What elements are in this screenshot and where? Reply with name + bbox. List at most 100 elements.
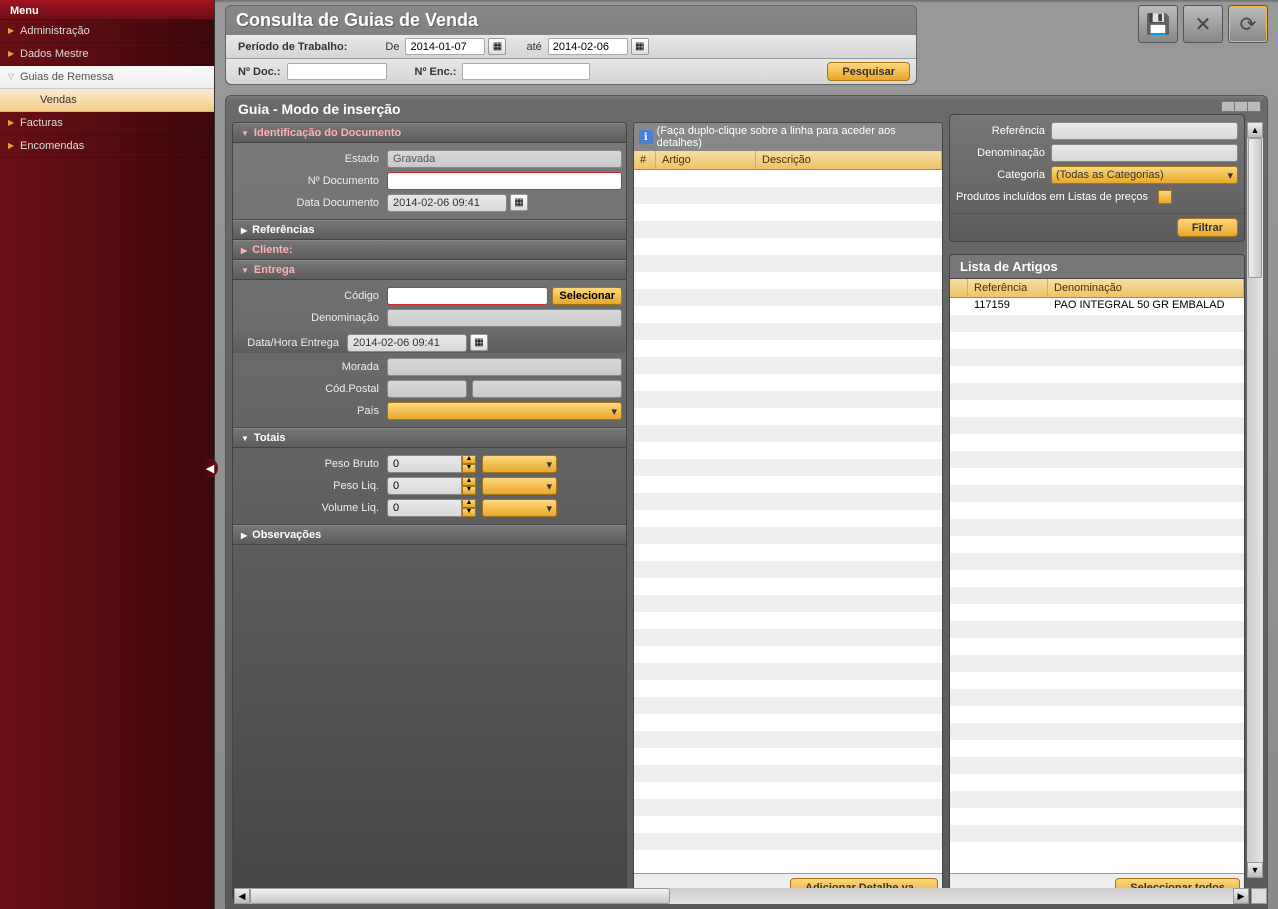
- scroll-left-icon[interactable]: ◀: [234, 888, 250, 904]
- codigo-input[interactable]: [387, 287, 548, 305]
- detail-rows[interactable]: [634, 170, 942, 873]
- table-row[interactable]: [950, 621, 1244, 638]
- table-row[interactable]: [634, 527, 942, 544]
- table-row[interactable]: [634, 629, 942, 646]
- sidebar-item-administracao[interactable]: ▶Administração: [0, 20, 214, 43]
- table-row[interactable]: [634, 187, 942, 204]
- spin-up-icon[interactable]: ▲: [462, 477, 476, 486]
- filter-cat-select[interactable]: (Todas as Categorias)▾: [1051, 166, 1238, 184]
- datadoc-input[interactable]: [387, 194, 507, 212]
- pesoliq-unit-select[interactable]: ▾: [482, 477, 557, 495]
- panel-restore-icon[interactable]: [1234, 101, 1248, 112]
- calendar-icon[interactable]: ▦: [510, 194, 528, 211]
- table-row[interactable]: [950, 740, 1244, 757]
- table-row[interactable]: [634, 357, 942, 374]
- table-row[interactable]: [950, 638, 1244, 655]
- section-ident[interactable]: ▼Identificação do Documento: [233, 123, 626, 143]
- section-referencias[interactable]: ▶Referências: [233, 220, 626, 240]
- table-row[interactable]: [950, 502, 1244, 519]
- table-row[interactable]: [950, 468, 1244, 485]
- table-row[interactable]: [950, 655, 1244, 672]
- section-observacoes[interactable]: ▶Observações: [233, 525, 626, 545]
- sidebar-item-facturas[interactable]: ▶Facturas: [0, 112, 214, 135]
- table-row[interactable]: [950, 434, 1244, 451]
- volumeliq-input[interactable]: [387, 499, 462, 517]
- table-row[interactable]: [634, 646, 942, 663]
- table-row[interactable]: [950, 672, 1244, 689]
- table-row[interactable]: [634, 221, 942, 238]
- table-row[interactable]: [634, 204, 942, 221]
- table-row[interactable]: [634, 238, 942, 255]
- table-row[interactable]: [634, 442, 942, 459]
- table-row[interactable]: [950, 417, 1244, 434]
- table-row[interactable]: [634, 714, 942, 731]
- table-row[interactable]: [634, 765, 942, 782]
- pesoliq-spinner[interactable]: ▲▼: [387, 477, 476, 495]
- table-row[interactable]: [634, 697, 942, 714]
- section-cliente[interactable]: ▶Cliente:: [233, 240, 626, 260]
- table-row[interactable]: [950, 553, 1244, 570]
- calendar-icon[interactable]: ▦: [470, 334, 488, 351]
- table-row[interactable]: [950, 349, 1244, 366]
- datahora-input[interactable]: [347, 334, 467, 352]
- pais-select[interactable]: ▾: [387, 402, 622, 420]
- table-row[interactable]: [634, 578, 942, 595]
- volumeliq-spinner[interactable]: ▲▼: [387, 499, 476, 517]
- table-row[interactable]: [634, 340, 942, 357]
- table-row[interactable]: [950, 587, 1244, 604]
- section-totais[interactable]: ▼Totais: [233, 428, 626, 448]
- table-row[interactable]: [634, 272, 942, 289]
- table-row[interactable]: [950, 723, 1244, 740]
- list-rows[interactable]: 117159PAO INTEGRAL 50 GR EMBALAD: [950, 298, 1244, 873]
- date-to-input[interactable]: [548, 38, 628, 55]
- table-row[interactable]: [634, 663, 942, 680]
- table-row[interactable]: [950, 315, 1244, 332]
- scroll-thumb[interactable]: [250, 888, 670, 904]
- spin-up-icon[interactable]: ▲: [462, 499, 476, 508]
- spin-up-icon[interactable]: ▲: [462, 455, 476, 464]
- scroll-up-icon[interactable]: ▲: [1247, 122, 1263, 138]
- table-row[interactable]: [950, 485, 1244, 502]
- ndoc-input[interactable]: [287, 63, 387, 80]
- table-row[interactable]: [634, 306, 942, 323]
- pesobruto-input[interactable]: [387, 455, 462, 473]
- sidebar-item-guias-remessa[interactable]: ▽Guias de Remessa: [0, 66, 214, 89]
- table-row[interactable]: [950, 757, 1244, 774]
- date-from-input[interactable]: [405, 38, 485, 55]
- filter-denom-input[interactable]: [1051, 144, 1238, 162]
- panel-min-icon[interactable]: [1221, 101, 1235, 112]
- table-row[interactable]: [950, 519, 1244, 536]
- table-row[interactable]: [950, 791, 1244, 808]
- table-row[interactable]: [634, 170, 942, 187]
- table-row[interactable]: [634, 476, 942, 493]
- table-row[interactable]: [634, 612, 942, 629]
- table-row[interactable]: [634, 561, 942, 578]
- scroll-right-icon[interactable]: ▶: [1233, 888, 1249, 904]
- export-excel-icon[interactable]: ✕: [1183, 5, 1223, 43]
- table-row[interactable]: [950, 774, 1244, 791]
- table-row[interactable]: [634, 595, 942, 612]
- table-row[interactable]: [950, 400, 1244, 417]
- table-row[interactable]: [634, 255, 942, 272]
- table-row[interactable]: [950, 825, 1244, 842]
- horizontal-scrollbar[interactable]: ◀ ▶: [234, 888, 1249, 904]
- refresh-icon[interactable]: ⟳: [1228, 5, 1268, 43]
- search-button[interactable]: Pesquisar: [827, 62, 910, 81]
- calendar-icon[interactable]: ▦: [631, 38, 649, 55]
- scroll-thumb[interactable]: [1248, 138, 1262, 278]
- col-denom[interactable]: Denominação: [1048, 279, 1244, 297]
- sidebar-item-encomendas[interactable]: ▶Encomendas: [0, 135, 214, 158]
- sidebar-item-vendas[interactable]: Vendas: [0, 89, 214, 112]
- section-entrega[interactable]: ▼Entrega: [233, 260, 626, 280]
- col-num[interactable]: #: [634, 151, 656, 169]
- table-row[interactable]: [950, 706, 1244, 723]
- table-row[interactable]: [634, 323, 942, 340]
- spin-down-icon[interactable]: ▼: [462, 508, 476, 517]
- right-scrollbar[interactable]: ▲ ▼: [1247, 122, 1263, 878]
- table-row[interactable]: [634, 289, 942, 306]
- save-icon[interactable]: 💾: [1138, 5, 1178, 43]
- spin-down-icon[interactable]: ▼: [462, 464, 476, 473]
- table-row[interactable]: [634, 425, 942, 442]
- table-row[interactable]: [950, 570, 1244, 587]
- table-row[interactable]: [634, 833, 942, 850]
